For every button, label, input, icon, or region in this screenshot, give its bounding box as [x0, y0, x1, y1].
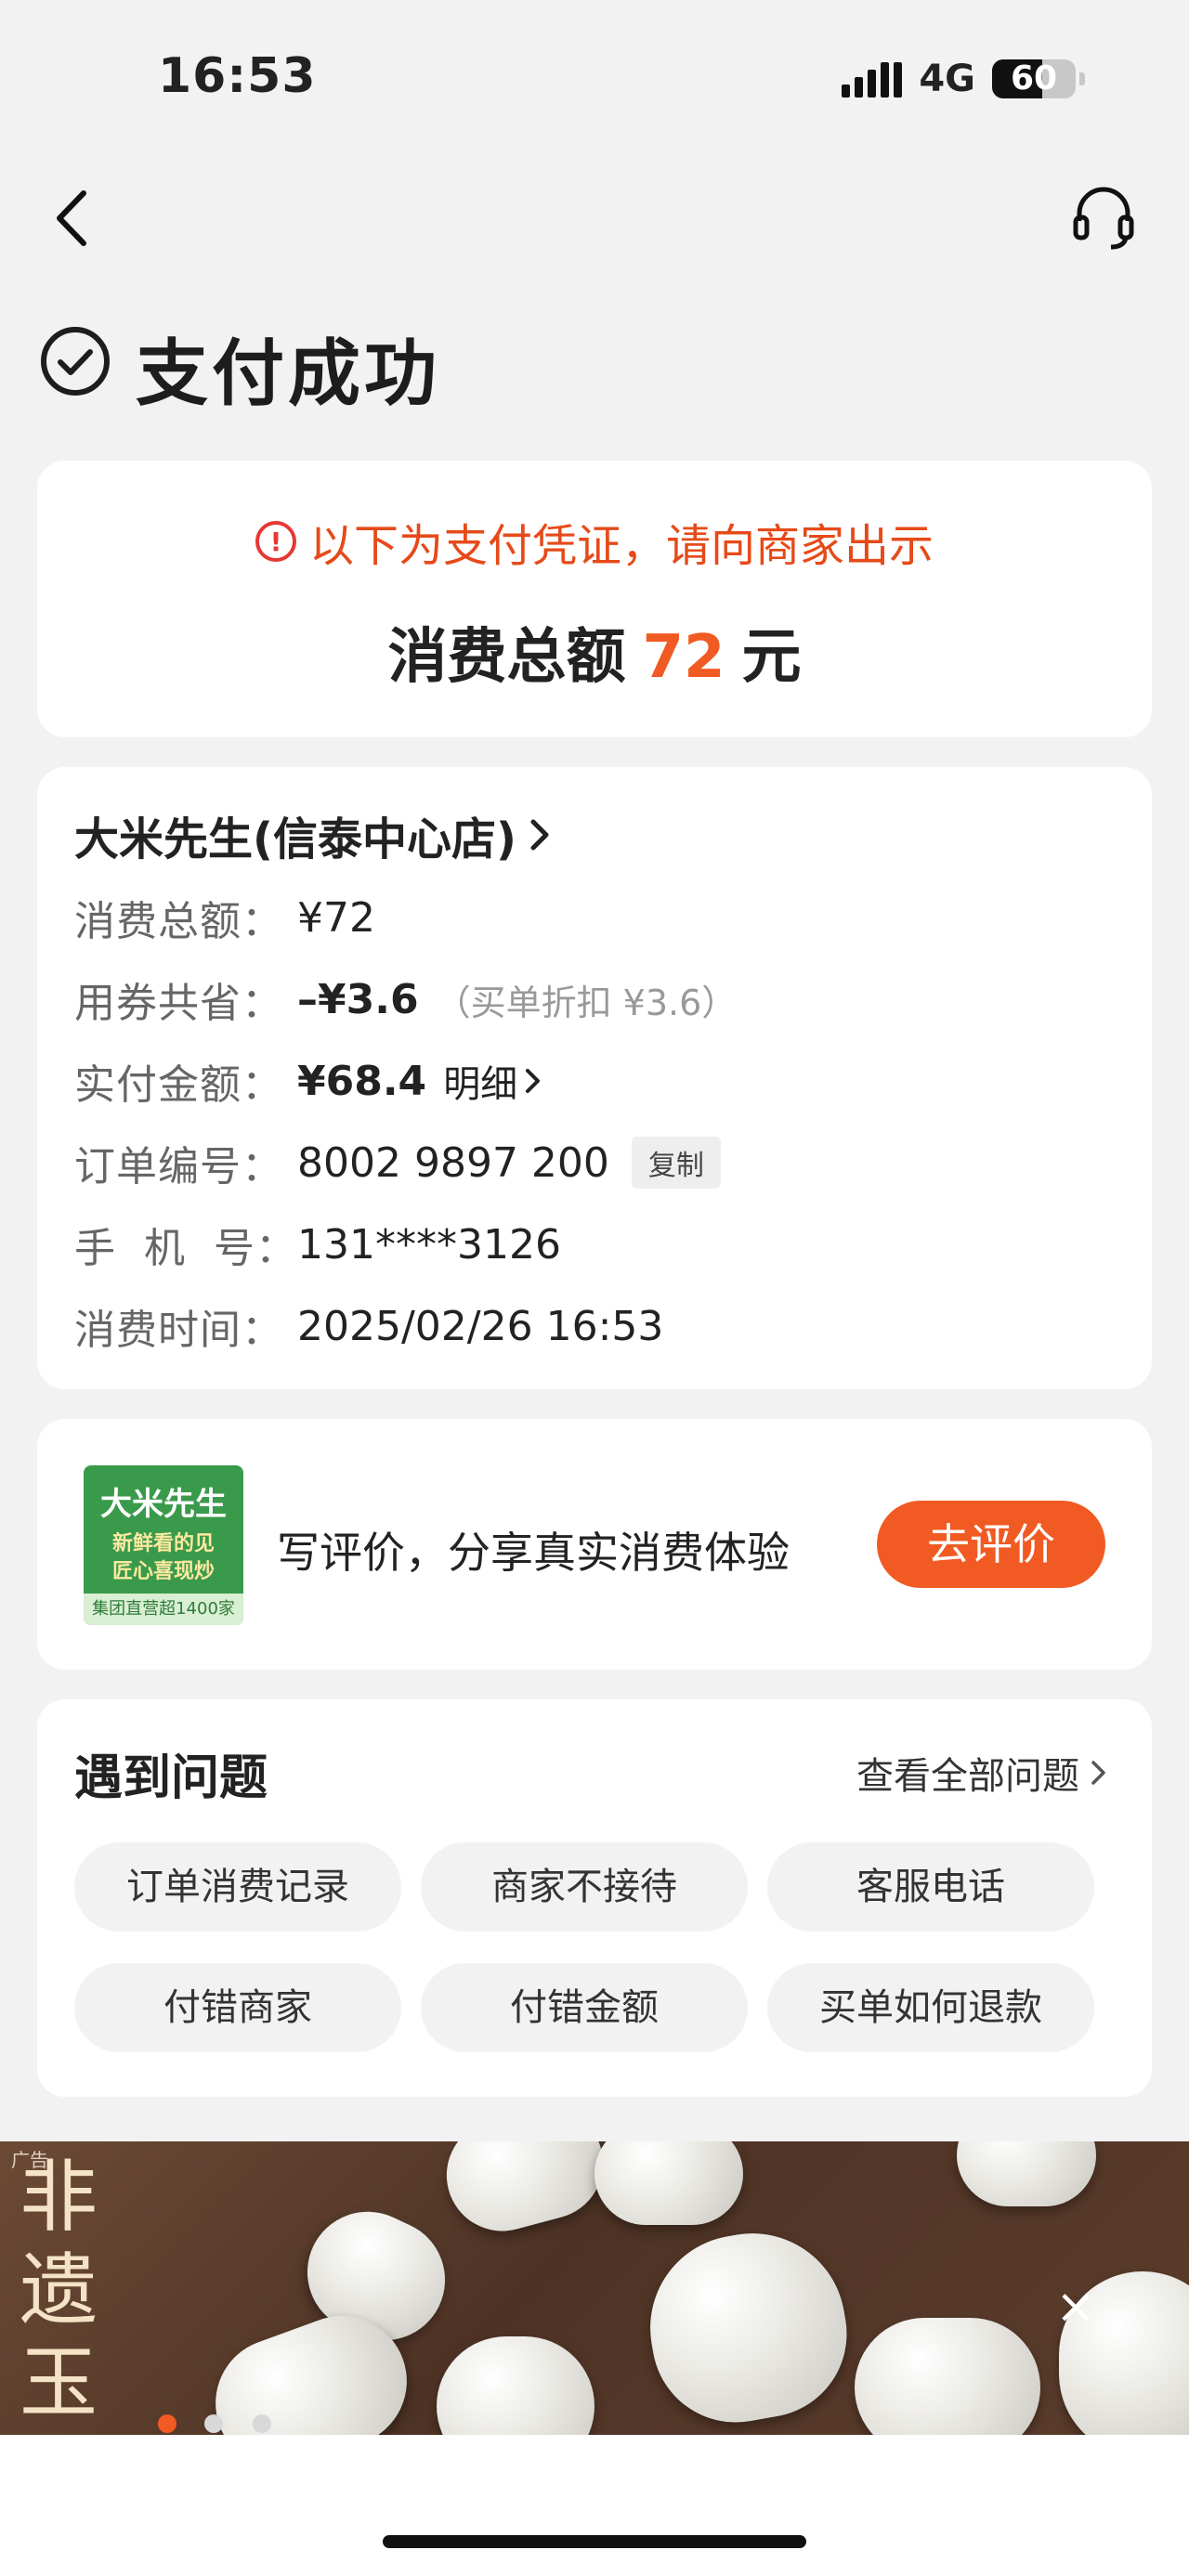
customer-service-icon[interactable]	[1072, 184, 1135, 251]
home-indicator[interactable]	[383, 2535, 806, 2548]
carousel-dot[interactable]	[253, 2414, 271, 2433]
row-coupon-label: 用券共省：	[74, 980, 283, 1027]
row-total-label: 消费总额：	[74, 898, 283, 945]
battery-level: 60	[1010, 59, 1058, 98]
problem-chip[interactable]: 付错金额	[421, 1963, 748, 2052]
row-paid-label: 实付金额：	[74, 1061, 283, 1109]
review-prompt: 写评价，分享真实消费体验	[277, 1528, 790, 1578]
logo-footer: 集团直营超1400家	[84, 1594, 243, 1625]
row-time: 消费时间： 2025/02/26 16:53	[74, 1296, 663, 1356]
copy-button[interactable]: 复制	[631, 1137, 721, 1189]
row-total-value: ¥72	[297, 893, 375, 942]
row-paid: 实付金额： ¥68.4 明细	[74, 1051, 542, 1111]
logo-line1: 新鲜看的见	[111, 1532, 215, 1555]
paid-detail-label: 明细	[443, 1063, 518, 1106]
shop-link[interactable]: 大米先生(信泰中心店)	[74, 802, 550, 867]
status-icons: 4G 60	[842, 58, 1085, 100]
problem-chip[interactable]: 买单如何退款	[767, 1963, 1094, 2052]
logo-title: 大米先生	[100, 1486, 227, 1523]
view-all-problems-link[interactable]: 查看全部问题	[856, 1746, 1107, 1800]
row-order-no-label: 订单编号：	[74, 1143, 283, 1190]
signal-icon	[842, 60, 903, 98]
network-label: 4G	[919, 58, 975, 100]
row-phone-value: 131****3126	[297, 1220, 561, 1268]
voucher-card: ! 以下为支付凭证，请向商家出示 消费总额 72 元	[37, 461, 1152, 737]
review-card: 大米先生 新鲜看的见 匠心喜现炒 集团直营超1400家 写评价，分享真实消费体验…	[37, 1419, 1152, 1670]
battery-icon: 60	[992, 59, 1076, 98]
back-arrow-icon[interactable]	[48, 186, 95, 251]
row-time-label: 消费时间：	[74, 1307, 283, 1354]
row-order-no: 订单编号： 8002 9897 200 复制	[74, 1133, 721, 1192]
row-total: 消费总额： ¥72	[74, 888, 375, 947]
logo-line2: 匠心喜现炒	[111, 1560, 215, 1583]
chevron-right-icon	[526, 1069, 541, 1093]
jade-piece	[635, 2218, 860, 2435]
shop-name: 大米先生(信泰中心店)	[74, 813, 516, 865]
row-time-value: 2025/02/26 16:53	[297, 1302, 664, 1350]
battery-cap	[1079, 72, 1085, 85]
problem-chip[interactable]: 订单消费记录	[74, 1842, 401, 1932]
close-icon[interactable]: ×	[1050, 2281, 1102, 2333]
success-check-icon	[41, 327, 110, 396]
row-phone-label: 手 机 号：	[74, 1225, 297, 1272]
row-coupon-note: （买单折扣 ¥3.6）	[435, 982, 738, 1023]
problems-title: 遇到问题	[74, 1750, 268, 1806]
row-phone: 手 机 号： 131****3126	[74, 1215, 561, 1274]
voucher-notice: ! 以下为支付凭证，请向商家出示	[37, 509, 1152, 574]
jade-piece	[594, 2141, 743, 2225]
problem-chip[interactable]: 商家不接待	[421, 1842, 748, 1932]
chevron-right-icon	[1091, 1761, 1105, 1785]
voucher-total-amount: 72	[642, 623, 725, 692]
carousel-dot-active[interactable]	[158, 2414, 176, 2433]
row-coupon-value: –¥3.6	[297, 975, 419, 1023]
row-coupon: 用券共省： –¥3.6 （买单折扣 ¥3.6）	[74, 969, 737, 1029]
paid-detail-link[interactable]: 明细	[443, 1054, 542, 1108]
shop-logo: 大米先生 新鲜看的见 匠心喜现炒 集团直营超1400家	[84, 1465, 243, 1625]
ad-headline: 非遗玉雕	[19, 2152, 98, 2435]
chevron-right-icon	[530, 819, 549, 851]
jade-piece	[855, 2318, 1040, 2435]
jade-piece	[434, 2141, 616, 2244]
voucher-total: 消费总额 72 元	[37, 609, 1152, 695]
jade-piece	[957, 2141, 1096, 2206]
voucher-total-label: 消费总额	[387, 623, 626, 692]
review-button[interactable]: 去评价	[877, 1501, 1105, 1588]
order-card: 大米先生(信泰中心店) 消费总额： ¥72 用券共省： –¥3.6 （买单折扣 …	[37, 767, 1152, 1389]
row-order-no-value: 8002 9897 200	[297, 1138, 609, 1187]
jade-piece	[437, 2336, 594, 2435]
status-time: 16:53	[158, 48, 317, 104]
page-title: 支付成功	[136, 332, 441, 416]
view-all-problems-label: 查看全部问题	[856, 1755, 1079, 1798]
warning-icon: !	[255, 521, 296, 562]
bottom-area	[0, 2435, 1189, 2576]
voucher-notice-text: 以下为支付凭证，请向商家出示	[308, 520, 934, 572]
carousel-dot[interactable]	[204, 2414, 223, 2433]
ad-banner[interactable]: 广告 非遗玉雕	[0, 2141, 1189, 2435]
row-paid-value: ¥68.4	[297, 1057, 427, 1105]
problem-chip[interactable]: 客服电话	[767, 1842, 1094, 1932]
voucher-total-unit: 元	[741, 623, 802, 692]
problem-chip[interactable]: 付错商家	[74, 1963, 401, 2052]
problems-card: 遇到问题 查看全部问题 订单消费记录 商家不接待 客服电话 付错商家 付错金额 …	[37, 1699, 1152, 2097]
